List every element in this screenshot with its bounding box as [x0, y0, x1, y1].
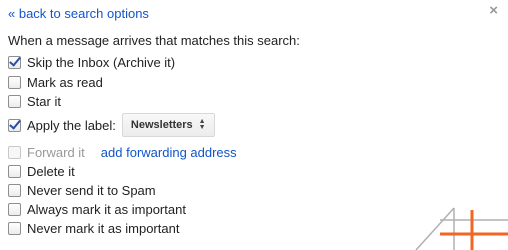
never-important-checkbox[interactable]	[8, 221, 21, 235]
star-it-label: Star it	[27, 93, 61, 109]
option-always-important[interactable]: Always mark it as important	[8, 200, 186, 218]
mark-as-read-checkbox[interactable]	[8, 75, 21, 89]
option-forward-it[interactable]: Forward it add forwarding address	[8, 143, 237, 161]
never-important-label: Never mark it as important	[27, 220, 180, 236]
forward-it-checkbox[interactable]	[8, 145, 21, 159]
logo-watermark	[415, 207, 508, 250]
option-skip-inbox[interactable]: Skip the Inbox (Archive it)	[8, 53, 175, 71]
skip-inbox-label: Skip the Inbox (Archive it)	[27, 54, 176, 70]
star-it-checkbox[interactable]	[8, 94, 21, 108]
close-icon[interactable]: ×	[489, 3, 498, 19]
option-apply-label[interactable]: Apply the label: Newsletters ▲ ▼	[8, 112, 215, 138]
forward-it-label: Forward it	[27, 144, 85, 160]
always-important-checkbox[interactable]	[8, 202, 21, 216]
label-select-value: Newsletters	[130, 119, 193, 131]
always-important-label: Always mark it as important	[27, 201, 186, 217]
option-never-spam[interactable]: Never send it to Spam	[8, 181, 156, 199]
skip-inbox-checkbox[interactable]	[8, 55, 21, 69]
option-never-important[interactable]: Never mark it as important	[8, 219, 179, 237]
up-down-arrows-icon: ▲ ▼	[198, 118, 206, 131]
mark-as-read-label: Mark as read	[27, 74, 103, 90]
delete-it-label: Delete it	[27, 163, 75, 179]
delete-it-checkbox[interactable]	[8, 164, 21, 178]
filter-intro-text: When a message arrives that matches this…	[8, 33, 300, 48]
never-spam-checkbox[interactable]	[8, 183, 21, 197]
option-delete-it[interactable]: Delete it	[8, 162, 75, 180]
back-to-search-options-link[interactable]: « back to search options	[8, 6, 149, 21]
apply-label-checkbox[interactable]	[8, 118, 21, 132]
option-mark-as-read[interactable]: Mark as read	[8, 73, 103, 91]
option-star-it[interactable]: Star it	[8, 92, 61, 110]
apply-label-label: Apply the label:	[27, 117, 116, 133]
label-select[interactable]: Newsletters ▲ ▼	[121, 113, 215, 137]
add-forwarding-address-link[interactable]: add forwarding address	[101, 145, 237, 160]
never-spam-label: Never send it to Spam	[27, 182, 156, 198]
